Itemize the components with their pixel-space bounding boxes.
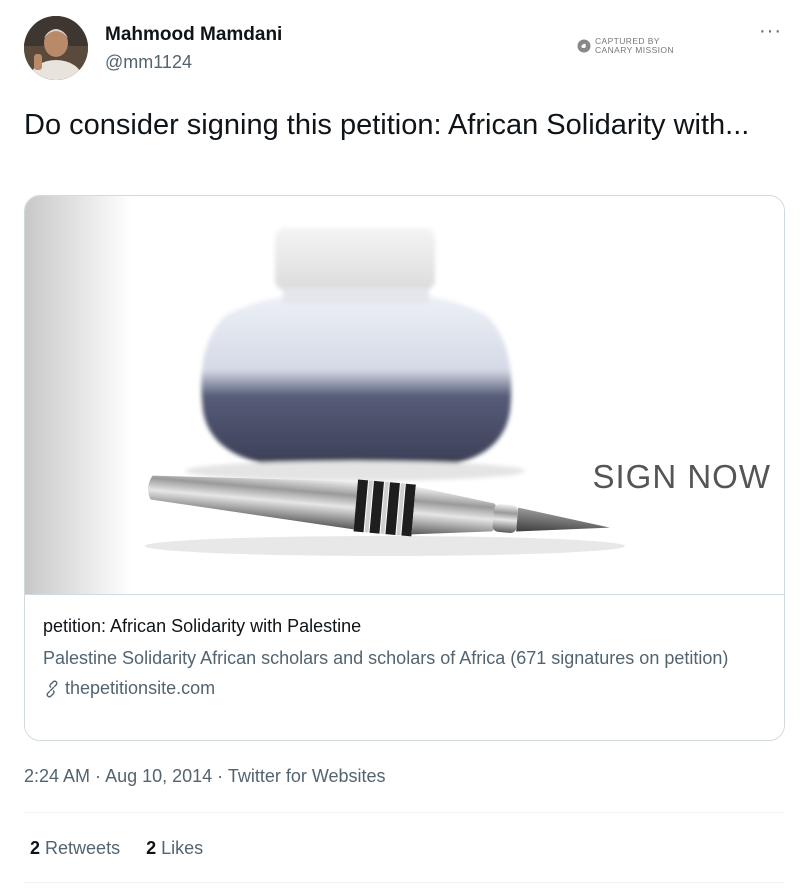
tweet-meta: 2:24 AM · Aug 10, 2014 · Twitter for Web… [24, 766, 386, 787]
card-body[interactable]: petition: African Solidarity with Palest… [25, 594, 784, 740]
watermark-text: CAPTURED BY CANARY MISSION [595, 36, 674, 55]
card-domain[interactable]: thepetitionsite.com [43, 678, 768, 699]
tweet-date[interactable]: Aug 10, 2014 [105, 766, 212, 786]
likes-label: Likes [161, 838, 204, 858]
likes-stat[interactable]: 2 Likes [146, 838, 203, 859]
canary-mission-icon [577, 39, 591, 53]
link-icon [46, 679, 58, 698]
likes-count: 2 [146, 838, 157, 858]
watermark: CAPTURED BY CANARY MISSION [577, 37, 674, 55]
retweets-label: Retweets [45, 838, 121, 858]
tweet-source[interactable]: Twitter for Websites [228, 766, 386, 786]
more-horizontal-icon[interactable]: ··· [759, 20, 782, 43]
meta-separator: · [212, 766, 228, 786]
tweet-stats: 2 Retweets 2 Likes [30, 838, 203, 859]
card-image[interactable]: SIGN NOW [25, 196, 784, 594]
link-card[interactable]: SIGN NOW petition: African Solidarity wi… [24, 195, 785, 741]
card-title[interactable]: petition: African Solidarity with Palest… [43, 615, 768, 637]
retweets-count: 2 [30, 838, 41, 858]
card-image-overlay-text: SIGN NOW [593, 458, 772, 495]
card-domain-text[interactable]: thepetitionsite.com [65, 678, 215, 699]
tweet-time[interactable]: 2:24 AM [24, 766, 90, 786]
meta-separator: · [90, 766, 106, 786]
author-name[interactable]: Mahmood Mamdani [105, 24, 282, 46]
author-handle[interactable]: @mm1124 [105, 52, 192, 73]
tweet-header: Mahmood Mamdani @mm1124 CAPTURED BY CANA… [24, 16, 784, 86]
avatar[interactable] [24, 16, 88, 80]
card-description: Palestine Solidarity African scholars an… [43, 648, 729, 668]
tweet-text: Do consider signing this petition: Afric… [24, 109, 750, 141]
retweets-stat[interactable]: 2 Retweets [30, 838, 120, 859]
divider [24, 882, 784, 883]
divider [24, 812, 784, 813]
